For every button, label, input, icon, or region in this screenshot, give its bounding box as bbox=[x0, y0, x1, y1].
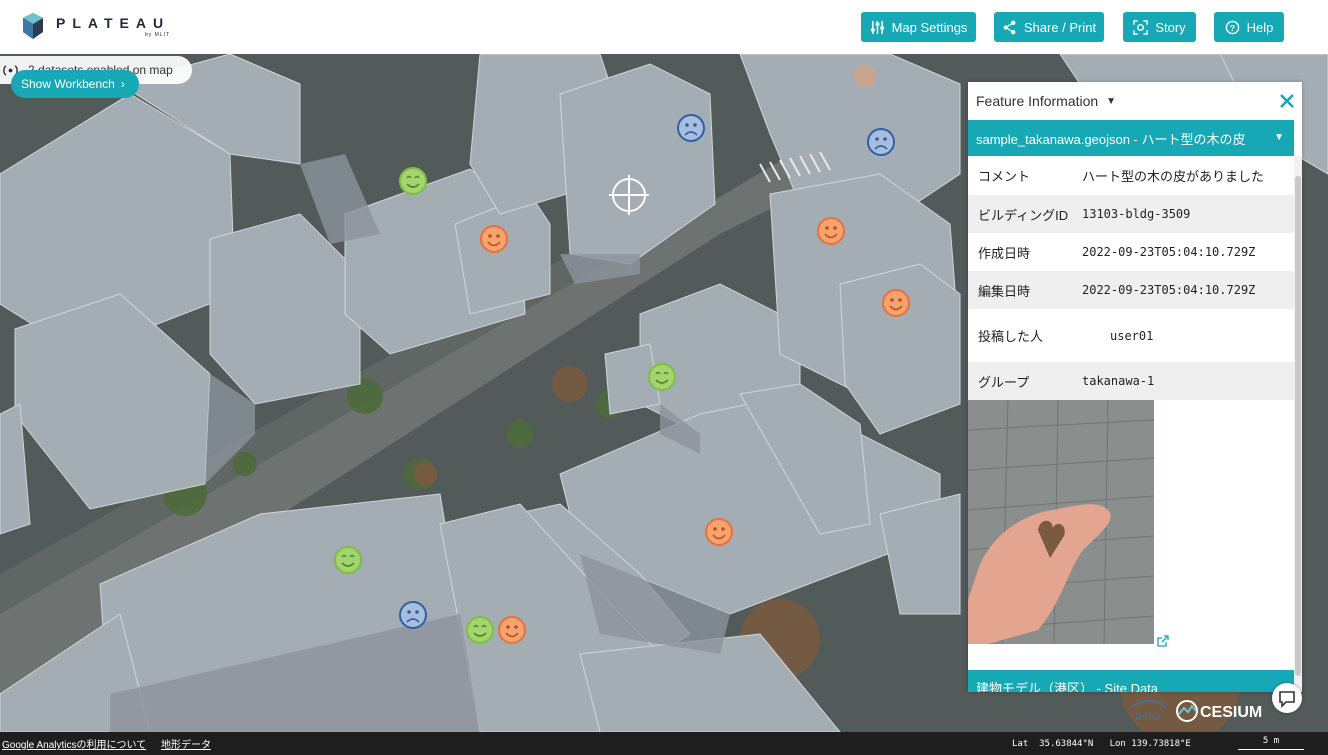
app-header: PLATEAU by MLIT Map Settings Share / Pri… bbox=[0, 0, 1328, 54]
share-print-button[interactable]: Share / Print bbox=[994, 12, 1104, 42]
building-model-dataset-title: 建物モデル（港区） - Site Data bbox=[976, 681, 1159, 692]
terria-text: terria bbox=[1135, 711, 1160, 723]
map-marker-smile bbox=[480, 225, 508, 253]
feature-panel-title: Feature Information bbox=[976, 93, 1099, 109]
story-label: Story bbox=[1155, 19, 1186, 35]
map-marker-sad bbox=[399, 601, 427, 629]
story-icon bbox=[1133, 19, 1149, 35]
lat-value: 35.63844°N bbox=[1039, 739, 1094, 749]
help-label: Help bbox=[1246, 19, 1274, 35]
feature-properties-table: コメント ハート型の木の皮がありました ビルディングID 13103-bldg-… bbox=[968, 156, 1294, 400]
show-workbench-button[interactable]: Show Workbench › bbox=[11, 70, 139, 98]
share-print-label: Share / Print bbox=[1023, 19, 1097, 35]
caret-down-icon: ▼ bbox=[1106, 95, 1117, 107]
building-model-dataset-header[interactable]: 建物モデル（港区） - Site Data bbox=[968, 670, 1294, 692]
terrain-data-link[interactable]: 地形データ bbox=[161, 736, 211, 751]
property-value: 2022-09-23T05:04:10.729Z bbox=[1082, 245, 1256, 259]
property-key: ビルディングID bbox=[978, 207, 1069, 223]
property-key: 作成日時 bbox=[978, 245, 1031, 261]
cesium-logo: CESIUM bbox=[1176, 700, 1262, 722]
plateau-cube-icon bbox=[23, 13, 43, 39]
help-button[interactable]: ? Help bbox=[1214, 12, 1284, 42]
external-link-icon[interactable] bbox=[1157, 635, 1169, 647]
share-icon bbox=[1003, 20, 1016, 34]
feature-panel-scrollbar[interactable] bbox=[1294, 156, 1302, 692]
caret-down-icon: ▼ bbox=[1274, 132, 1284, 143]
map-settings-button[interactable]: Map Settings bbox=[861, 12, 976, 42]
map-marker-sad bbox=[867, 128, 895, 156]
table-row: 編集日時 2022-09-23T05:04:10.729Z bbox=[968, 271, 1294, 309]
feature-photo[interactable] bbox=[968, 400, 1154, 644]
property-value: 2022-09-23T05:04:10.729Z bbox=[1082, 283, 1256, 297]
property-value: 13103-bldg-3509 bbox=[1082, 207, 1191, 221]
property-key: グループ bbox=[978, 374, 1030, 390]
feature-panel-header[interactable]: Feature Information ▼ bbox=[968, 82, 1302, 120]
google-analytics-link[interactable]: Google Analyticsの利用について bbox=[2, 736, 146, 751]
scale-bar: 5 m bbox=[1238, 736, 1304, 750]
close-icon[interactable] bbox=[1278, 92, 1296, 110]
cesium-text: CESIUM bbox=[1200, 704, 1262, 721]
property-value: takanawa-1 bbox=[1082, 374, 1155, 388]
plateau-logo[interactable]: PLATEAU by MLIT bbox=[22, 12, 170, 40]
sliders-icon bbox=[870, 20, 884, 34]
map-marker-happy bbox=[334, 546, 362, 574]
property-key: 投稿した人 bbox=[978, 329, 1044, 344]
property-key: 編集日時 bbox=[978, 283, 1031, 299]
table-row: グループ takanawa-1 bbox=[968, 362, 1294, 400]
chevron-right-icon: › bbox=[120, 77, 125, 91]
feature-dataset-title: sample_takanawa.geojson - ハート型の木の皮 bbox=[976, 131, 1246, 147]
table-row: コメント ハート型の木の皮がありました bbox=[968, 156, 1294, 195]
logo-subtitle: by MLIT bbox=[145, 31, 171, 38]
property-value: user01 bbox=[1110, 328, 1154, 343]
property-key: コメント bbox=[978, 169, 1031, 184]
feature-information-panel: Feature Information ▼ sample_takanawa.ge… bbox=[968, 82, 1302, 692]
scrollbar-thumb[interactable] bbox=[1295, 176, 1301, 676]
map-marker-smile bbox=[705, 518, 733, 546]
map-marker-smile bbox=[882, 289, 910, 317]
feature-dataset-header[interactable]: sample_takanawa.geojson - ハート型の木の皮 ▼ bbox=[968, 120, 1294, 156]
svg-text:?: ? bbox=[1230, 22, 1235, 32]
map-marker-happy bbox=[648, 363, 676, 391]
map-marker-sad bbox=[677, 114, 705, 142]
lon-label: Lon bbox=[1109, 739, 1126, 749]
table-row: 作成日時 2022-09-23T05:04:10.729Z bbox=[968, 233, 1294, 271]
status-footer: Google Analyticsの利用について 地形データ Lat 35.638… bbox=[0, 732, 1328, 755]
map-settings-label: Map Settings bbox=[891, 19, 968, 35]
map-marker-smile bbox=[498, 616, 526, 644]
coordinate-readout: Lat 35.63844°N Lon 139.73818°E bbox=[1012, 739, 1191, 749]
map-marker-smile bbox=[817, 217, 845, 245]
map-marker-faded bbox=[854, 65, 876, 87]
map-marker-happy bbox=[399, 167, 427, 195]
lat-label: Lat bbox=[1012, 739, 1029, 749]
show-workbench-label: Show Workbench bbox=[21, 77, 115, 91]
table-row: ビルディングID 13103-bldg-3509 bbox=[968, 195, 1294, 233]
lon-value: 139.73818°E bbox=[1131, 739, 1191, 749]
logo-title: PLATEAU bbox=[56, 14, 171, 31]
map-marker-happy bbox=[466, 616, 494, 644]
help-icon: ? bbox=[1225, 20, 1239, 34]
table-row: 投稿した人 user01 bbox=[968, 309, 1294, 362]
property-value: ハート型の木の皮がありました bbox=[1082, 169, 1265, 184]
terria-logo: terria bbox=[1131, 700, 1167, 723]
story-button[interactable]: Story bbox=[1123, 12, 1196, 42]
